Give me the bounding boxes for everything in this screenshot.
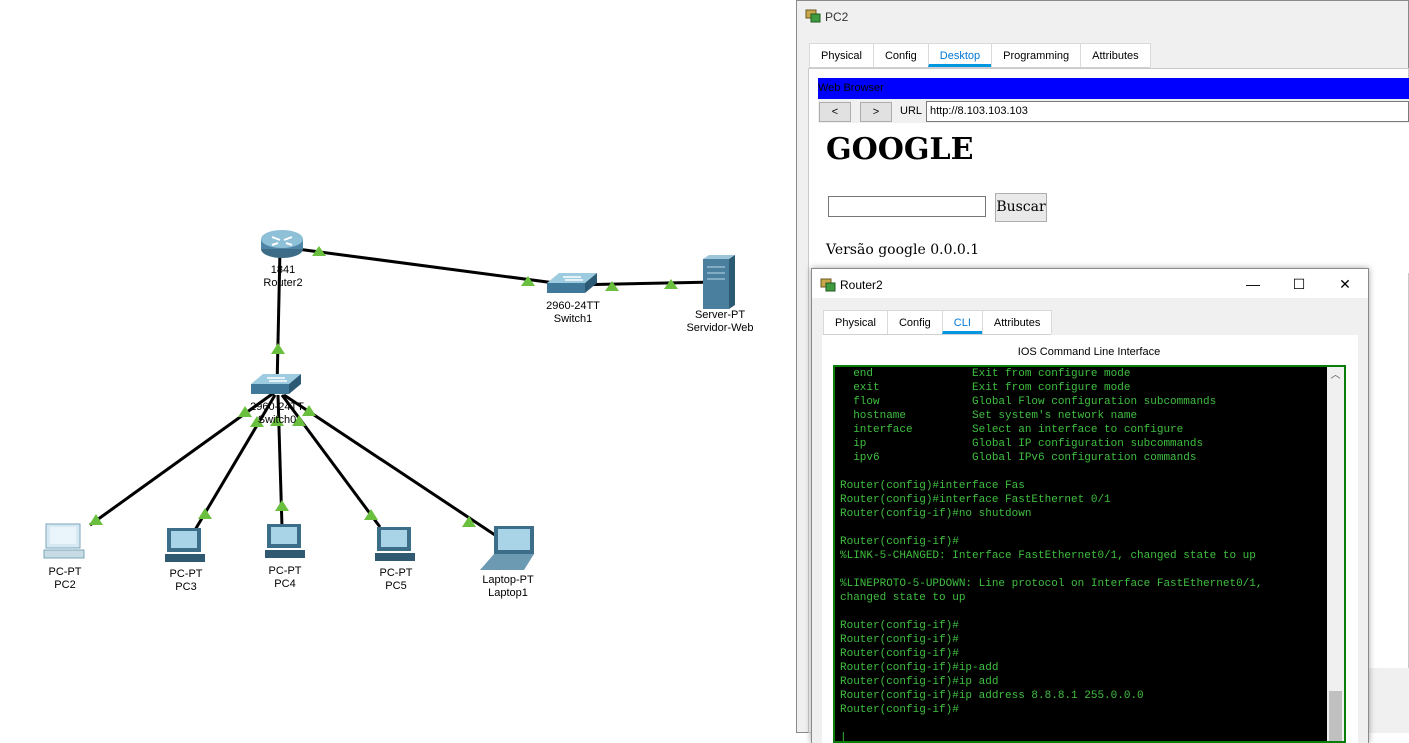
version-text: Versão google 0.0.0.1 xyxy=(826,242,980,258)
link-status-indicator xyxy=(275,500,289,511)
device-model: PC-PT xyxy=(48,566,82,578)
device-model: 2960-24TT xyxy=(250,401,304,413)
device-model: 2960-24TT xyxy=(546,300,600,312)
device-label-switch1: 2960-24TT Switch1 xyxy=(513,300,633,326)
tab-config[interactable]: Config xyxy=(872,43,929,67)
router-tabbar: Physical Config CLI Attributes xyxy=(823,310,1053,335)
packet-tracer-icon xyxy=(805,9,821,23)
router-icon xyxy=(261,230,303,258)
url-label: URL xyxy=(900,105,923,117)
device-label-server: Server-PT Servidor-Web xyxy=(660,309,780,335)
link-status-indicator xyxy=(605,281,619,291)
switch-icon xyxy=(251,374,301,394)
device-name: Router2 xyxy=(263,277,303,289)
device-name: Switch0 xyxy=(257,414,297,426)
device-name: PC5 xyxy=(385,580,407,592)
packet-tracer-icon xyxy=(820,278,836,292)
device-label-pc2: PC-PT PC2 xyxy=(5,566,125,592)
cli-scrollbar[interactable]: ︿ xyxy=(1327,367,1344,741)
pc-icon xyxy=(43,523,85,559)
cli-header: IOS Command Line Interface xyxy=(1017,346,1161,358)
link-status-indicator xyxy=(271,343,285,354)
scroll-up-icon[interactable]: ︿ xyxy=(1327,367,1344,384)
scrollbar-thumb[interactable] xyxy=(1329,691,1342,741)
maximize-button[interactable]: ☐ xyxy=(1276,270,1322,298)
device-name: PC2 xyxy=(54,579,76,591)
link-status-indicator xyxy=(198,508,212,519)
device-label-switch0: 2960-24TT Switch0 xyxy=(217,401,337,427)
device-name: Servidor-Web xyxy=(686,322,754,334)
device-label-pc4: PC-PT PC4 xyxy=(225,565,345,591)
device-model: Laptop-PT xyxy=(482,574,534,586)
device-model: PC-PT xyxy=(379,567,413,579)
switch-icon xyxy=(547,273,597,293)
pc-icon xyxy=(265,524,305,558)
pc-icon xyxy=(375,527,415,561)
cli-output[interactable]: end Exit from configure mode exit Exit f… xyxy=(840,367,1262,741)
close-button[interactable]: ✕ xyxy=(1322,270,1368,298)
search-input[interactable] xyxy=(828,196,986,217)
search-button[interactable]: Buscar xyxy=(995,193,1047,222)
tab-physical[interactable]: Physical xyxy=(809,43,874,67)
page-heading: GOOGLE xyxy=(826,132,974,167)
tab-desktop[interactable]: Desktop xyxy=(927,43,993,67)
url-input[interactable]: http://8.103.103.103 xyxy=(926,101,1409,122)
minimize-button[interactable]: — xyxy=(1230,270,1276,298)
device-name: Laptop1 xyxy=(488,587,528,599)
browser-title: Web Browser xyxy=(818,82,884,94)
device-name: PC4 xyxy=(274,578,296,590)
tab-config[interactable]: Config xyxy=(886,310,943,334)
device-model: Server-PT xyxy=(694,309,746,321)
tab-attributes[interactable]: Attributes xyxy=(1080,43,1151,67)
pc2-tabbar: Physical Config Desktop Programming Attr… xyxy=(809,43,1151,68)
server-icon xyxy=(703,255,735,309)
device-model: PC-PT xyxy=(268,565,302,577)
device-model: 1841 xyxy=(270,264,296,276)
tab-programming[interactable]: Programming xyxy=(991,43,1082,67)
tab-cli[interactable]: CLI xyxy=(941,310,983,334)
device-name: Switch1 xyxy=(553,313,593,325)
device-label-laptop1: Laptop-PT Laptop1 xyxy=(448,574,568,600)
forward-button[interactable]: > xyxy=(860,102,892,122)
laptop-icon xyxy=(480,526,534,570)
window-title: PC2 xyxy=(825,10,849,24)
back-button[interactable]: < xyxy=(819,102,851,122)
topology-canvas[interactable] xyxy=(0,0,800,743)
device-label-router2: 1841 Router2 xyxy=(223,264,343,290)
device-label-pc5: PC-PT PC5 xyxy=(336,567,456,593)
web-browser-titlebar: Web Browser xyxy=(818,78,1409,99)
cli-terminal[interactable]: end Exit from configure mode exit Exit f… xyxy=(833,365,1346,743)
window-title: Router2 xyxy=(840,278,883,292)
pc-icon xyxy=(165,528,205,562)
tab-physical[interactable]: Physical xyxy=(823,310,888,334)
links xyxy=(89,245,717,537)
tab-attributes[interactable]: Attributes xyxy=(981,310,1053,334)
